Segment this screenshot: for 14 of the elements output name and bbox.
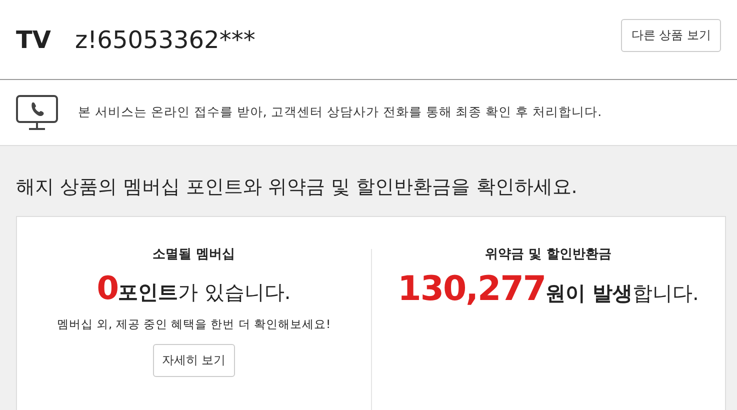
- fee-amount: 130,277: [398, 269, 546, 309]
- details-button[interactable]: 자세히 보기: [152, 344, 235, 377]
- page-heading: 해지 상품의 멤버십 포인트와 위약금 및 할인반환금을 확인하세요.: [16, 175, 578, 200]
- notice-text: 본 서비스는 온라인 접수를 받아, 고객센터 상담사가 전화를 통해 최종 확인 후 처리합니다.: [78, 104, 602, 121]
- monitor-phone-icon: [16, 94, 58, 130]
- benefit-note: 멤버십 외, 제공 중인 혜택을 한번 더 확인해보세요!: [56, 317, 331, 332]
- product-name: TV: [16, 26, 51, 54]
- other-product-button[interactable]: 다른 상품 보기: [621, 19, 721, 52]
- amount-message: 원이 발생합니다.: [546, 280, 699, 307]
- amount-message: 포인트가 있습니다.: [118, 279, 291, 306]
- panel-title: 소멸될 멤버십: [152, 246, 236, 263]
- point-amount: 0: [96, 269, 118, 307]
- account-number: z!65053362***: [74, 26, 256, 54]
- panel-title: 위약금 및 할인반환금: [485, 246, 612, 263]
